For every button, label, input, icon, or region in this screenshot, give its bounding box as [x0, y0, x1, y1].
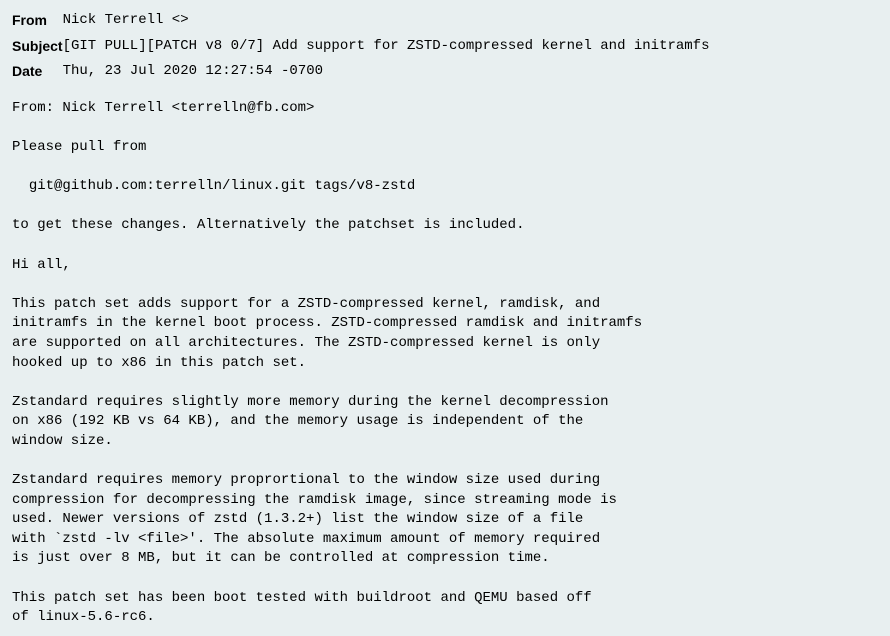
header-row-from: From Nick Terrell <>: [12, 8, 709, 34]
header-row-subject: Subject [GIT PULL][PATCH v8 0/7] Add sup…: [12, 34, 709, 60]
from-value: Nick Terrell <>: [63, 8, 710, 34]
subject-label: Subject: [12, 34, 63, 60]
subject-value: [GIT PULL][PATCH v8 0/7] Add support for…: [63, 34, 710, 60]
from-label: From: [12, 8, 63, 34]
date-label: Date: [12, 59, 63, 85]
email-header-table: From Nick Terrell <> Subject [GIT PULL][…: [12, 8, 709, 85]
header-row-date: Date Thu, 23 Jul 2020 12:27:54 -0700: [12, 59, 709, 85]
date-value: Thu, 23 Jul 2020 12:27:54 -0700: [63, 59, 710, 85]
email-body: From: Nick Terrell <terrelln@fb.com> Ple…: [12, 99, 878, 628]
